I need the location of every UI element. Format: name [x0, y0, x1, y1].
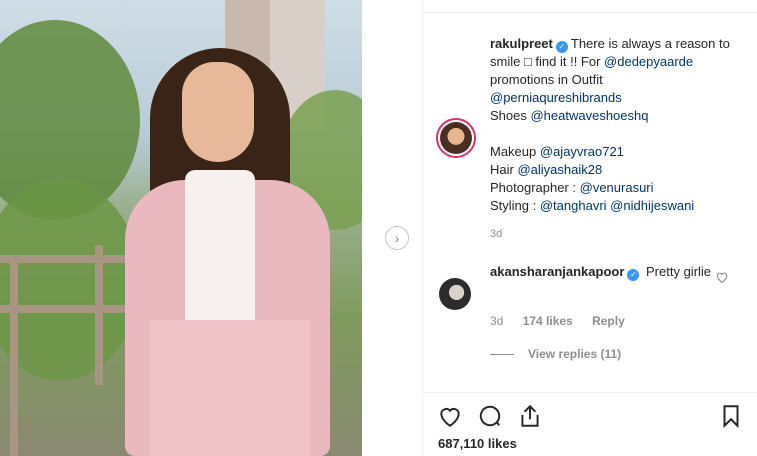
- skirt: [150, 320, 310, 456]
- comment-likes[interactable]: 174 likes: [523, 314, 573, 328]
- post-panel: rakulpreet ✓ There is always a reason to s…: [422, 0, 757, 456]
- view-replies-label: View replies (11): [528, 347, 622, 361]
- heart-icon[interactable]: [437, 403, 463, 429]
- author-username[interactable]: rakulpreet: [490, 36, 553, 51]
- mention-link[interactable]: @tanghavri: [540, 198, 607, 213]
- comment-time[interactable]: 3d: [490, 314, 503, 328]
- bookmark-icon[interactable]: [718, 403, 744, 429]
- post-likes[interactable]: 687,110 likes: [438, 436, 517, 451]
- mention-link[interactable]: @aliyashaik28: [517, 162, 602, 177]
- comment-text: Pretty girlie: [646, 264, 712, 279]
- view-replies-button[interactable]: View replies (11): [490, 347, 621, 361]
- comment-icon[interactable]: [477, 403, 503, 429]
- commenter-username[interactable]: akansharanjankapoor: [490, 264, 624, 279]
- chevron-right-icon: ›: [394, 230, 400, 246]
- credit-label: Hair: [490, 162, 518, 177]
- verified-icon: ✓: [555, 41, 568, 53]
- face: [182, 62, 254, 162]
- post-image[interactable]: [0, 0, 362, 456]
- shirt: [185, 170, 255, 330]
- railing: [0, 255, 130, 263]
- mention-link[interactable]: @venurasuri: [580, 180, 654, 195]
- comment: akansharanjankapoor ✓ Pretty girlie: [490, 263, 720, 281]
- heart-icon[interactable]: [715, 270, 729, 284]
- author-avatar[interactable]: [436, 118, 476, 158]
- credit-label: Styling :: [490, 198, 540, 213]
- divider: [423, 392, 757, 393]
- share-icon[interactable]: [517, 403, 543, 429]
- post-caption: rakulpreet ✓ There is always a reason to s…: [490, 35, 750, 243]
- credit-label: Photographer :: [490, 180, 580, 195]
- verified-icon: ✓: [627, 269, 640, 281]
- commenter-avatar[interactable]: [439, 278, 471, 310]
- mention-link[interactable]: @ajayvrao721: [540, 144, 624, 159]
- railing: [10, 255, 18, 456]
- mention-link[interactable]: @dedepyaarde: [604, 54, 693, 69]
- divider: [423, 12, 757, 13]
- mention-link[interactable]: @perniaqureshibrands: [490, 90, 622, 105]
- caption-text: promotions in Outfit: [490, 72, 603, 87]
- reply-button[interactable]: Reply: [592, 314, 625, 328]
- foliage: [0, 180, 140, 380]
- post-time[interactable]: 3d: [490, 225, 750, 243]
- mention-link[interactable]: @heatwaveshoeshq: [530, 108, 648, 123]
- credit-label: Makeup: [490, 144, 540, 159]
- comment-meta: 3d 174 likes Reply: [490, 314, 641, 328]
- caption-text: Shoes: [490, 108, 531, 123]
- next-image-button[interactable]: ›: [385, 226, 409, 250]
- railing: [95, 245, 103, 385]
- railing: [0, 305, 130, 313]
- mention-link[interactable]: @nidhijeswani: [610, 198, 694, 213]
